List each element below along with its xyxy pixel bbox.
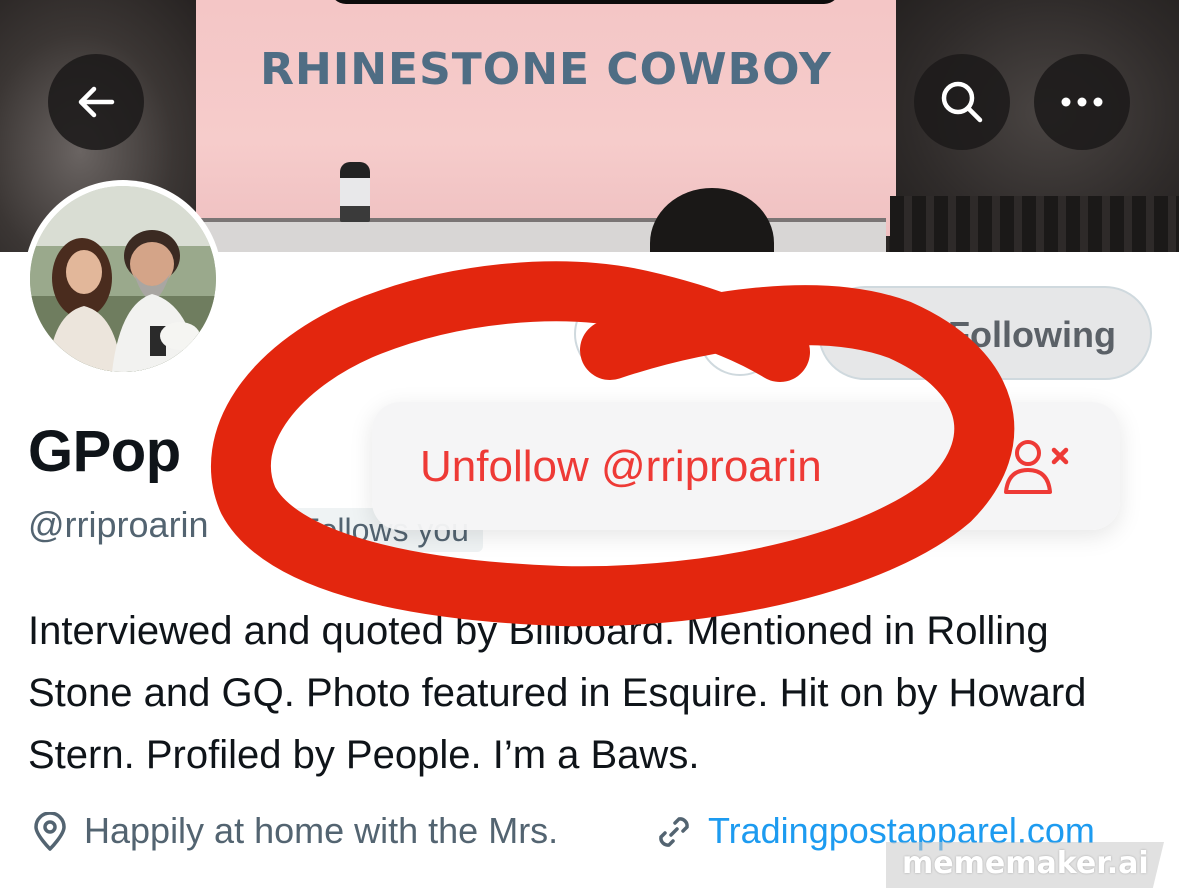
banner-crowd — [890, 196, 1179, 252]
search-icon — [941, 81, 983, 123]
banner-performer — [340, 162, 370, 222]
avatar-photo-art — [30, 186, 216, 372]
message-button[interactable] — [574, 292, 658, 376]
back-button[interactable] — [48, 54, 144, 150]
unfollow-menu-item[interactable]: Unfollow @rriproarin — [420, 442, 822, 492]
watermark-text: mememaker.ai — [902, 846, 1149, 881]
profile-handle: @rriproarin — [28, 504, 209, 545]
avatar-photo — [30, 186, 216, 372]
banner-stage-screen — [196, 0, 896, 236]
unfollow-menu: Unfollow @rriproarin — [372, 402, 1120, 530]
banner-screen-text: RHINESTONE COWBOY — [260, 44, 832, 95]
arrow-left-icon — [78, 86, 115, 118]
profile-bio: Interviewed and quoted by Billboard. Men… — [28, 609, 1087, 777]
profile-screen: RHINESTONE COWBOY Following GPop @rripro… — [0, 0, 1179, 888]
banner-stage — [196, 222, 886, 252]
person-remove-icon[interactable] — [1002, 436, 1074, 496]
more-button[interactable] — [1034, 54, 1130, 150]
link-icon — [659, 817, 689, 847]
following-button-label: Following — [948, 314, 1116, 355]
watermark: mememaker.ai — [886, 842, 1164, 888]
device-notch — [330, 0, 840, 4]
avatar[interactable] — [24, 180, 222, 378]
following-button[interactable]: Following — [818, 286, 1152, 380]
notifications-button[interactable] — [698, 292, 782, 376]
profile-location: Happily at home with the Mrs. — [84, 810, 559, 851]
location-pin-icon — [34, 812, 66, 851]
display-name: GPop — [28, 419, 181, 484]
search-button[interactable] — [914, 54, 1010, 150]
more-horizontal-icon — [1061, 97, 1103, 107]
